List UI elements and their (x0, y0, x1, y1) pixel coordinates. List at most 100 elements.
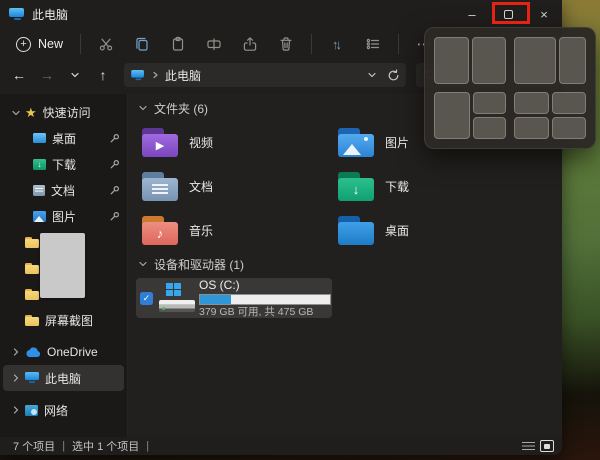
share-icon (242, 36, 258, 52)
toolbar-divider (311, 34, 312, 54)
sort-button[interactable]: ↑↓ (319, 31, 355, 57)
snap-zone[interactable] (559, 37, 586, 84)
up-button[interactable]: ↑ (90, 62, 116, 88)
snap-layout-option-left-right-stacked[interactable] (434, 92, 506, 139)
snap-zone[interactable] (473, 117, 507, 139)
drive-checkbox[interactable]: ✓ (140, 292, 153, 305)
star-icon: ★ (25, 105, 37, 121)
paste-icon (170, 36, 186, 52)
paste-button[interactable] (160, 31, 196, 57)
recent-locations-button[interactable] (62, 62, 88, 88)
view-toggle-group (522, 440, 554, 452)
devices-section-header[interactable]: 设备和驱动器 (1) (136, 254, 562, 274)
snap-zone[interactable] (472, 37, 507, 84)
snap-zone[interactable] (434, 37, 469, 84)
scissors-icon (98, 36, 114, 52)
sidebar-item-quick-access[interactable]: ★ 快速访问 (3, 100, 124, 125)
breadcrumb-this-pc[interactable]: 此电脑 (165, 67, 201, 84)
folder-tile-downloads[interactable]: ↓ 下载 (332, 164, 528, 208)
desktop-icon (33, 133, 46, 143)
folder-icon (25, 289, 39, 300)
view-button[interactable] (355, 31, 391, 57)
sidebar-item-network[interactable]: 网络 (3, 397, 124, 423)
back-arrow-icon: ← (12, 67, 26, 83)
cut-button[interactable] (88, 31, 124, 57)
sidebar-item-pictures[interactable]: 图片 (3, 203, 124, 229)
chevron-down-icon (138, 103, 148, 113)
sidebar-item-desktop[interactable]: 桌面 (3, 125, 124, 151)
folder-tile-desktop[interactable]: 桌面 (332, 208, 528, 252)
snap-layout-option-split-70-30[interactable] (514, 37, 586, 84)
copy-button[interactable] (124, 31, 160, 57)
pictures-icon (33, 211, 46, 222)
music-folder-icon: ♪ (142, 216, 178, 245)
desktop-wallpaper: 此电脑 – × + New (0, 0, 600, 460)
forward-arrow-icon: → (40, 67, 54, 83)
drive-usage-fill (200, 295, 231, 304)
downloads-folder-icon: ↓ (338, 172, 374, 201)
folder-icon (25, 315, 39, 326)
refresh-icon[interactable] (387, 69, 400, 82)
chevron-down-icon[interactable] (11, 108, 25, 118)
delete-button[interactable] (268, 31, 304, 57)
folder-tile-videos[interactable]: ▶ 视频 (136, 120, 332, 164)
this-pc-icon (9, 8, 25, 21)
drive-usage-text: 379 GB 可用, 共 475 GB (199, 307, 328, 318)
snap-zone[interactable] (514, 37, 556, 84)
snap-zone[interactable] (514, 92, 549, 114)
up-arrow-icon: ↑ (100, 67, 107, 83)
sort-icon: ↑↓ (332, 37, 342, 52)
drive-usage-bar (199, 294, 331, 305)
sidebar-item-documents[interactable]: 文档 (3, 177, 124, 203)
desktop-folder-icon (338, 216, 374, 245)
snap-zone[interactable] (473, 92, 507, 114)
snap-zone[interactable] (552, 92, 587, 114)
pin-icon (109, 159, 120, 170)
back-button[interactable]: ← (6, 62, 32, 88)
downloads-icon: ↓ (33, 159, 46, 170)
pin-icon (109, 211, 120, 222)
folder-tile-documents[interactable]: 文档 (136, 164, 332, 208)
sidebar-item-onedrive[interactable]: OneDrive (3, 339, 124, 365)
pin-icon (109, 133, 120, 144)
pictures-folder-icon (338, 128, 374, 157)
close-icon: × (540, 7, 548, 22)
annotation-highlight-maximize (492, 2, 530, 24)
documents-icon (33, 185, 45, 196)
folder-tile-music[interactable]: ♪ 音乐 (136, 208, 332, 252)
navigation-pane: ★ 快速访问 桌面 ↓ 下载 文档 (0, 94, 128, 437)
rename-button[interactable] (196, 31, 232, 57)
forward-button[interactable]: → (34, 62, 60, 88)
drive-item-os-c[interactable]: ✓ OS (C:) 379 GB 可用, 共 475 GB (136, 278, 332, 318)
snap-zone[interactable] (552, 117, 587, 139)
sidebar-item-downloads[interactable]: ↓ 下载 (3, 151, 124, 177)
titlebar[interactable]: 此电脑 – × (0, 0, 562, 28)
address-bar[interactable]: 此电脑 (124, 63, 406, 87)
snap-layout-option-split-50-50[interactable] (434, 37, 506, 84)
snap-layout-option-grid-2x2[interactable] (514, 92, 586, 139)
trash-icon (278, 36, 294, 52)
sidebar-item-screenshots[interactable]: 屏幕截图 (3, 307, 124, 333)
tooltip-overlay (40, 233, 85, 298)
new-button-label: New (38, 37, 63, 51)
item-count: 7 个项目 (13, 438, 55, 454)
chevron-right-icon[interactable] (11, 405, 25, 415)
chevron-right-icon[interactable] (11, 347, 25, 357)
toolbar-divider (80, 34, 81, 54)
snap-zone[interactable] (514, 117, 549, 139)
address-dropdown-chevron-icon[interactable] (367, 70, 377, 80)
toolbar-divider (398, 34, 399, 54)
new-button[interactable]: + New (8, 33, 73, 56)
drive-name: OS (C:) (199, 279, 328, 292)
chevron-right-icon[interactable] (11, 373, 25, 383)
sidebar-item-this-pc[interactable]: 此电脑 (3, 365, 124, 391)
details-view-icon[interactable] (522, 441, 535, 452)
share-button[interactable] (232, 31, 268, 57)
close-button[interactable]: × (526, 0, 562, 28)
folder-icon (25, 263, 39, 274)
window-title: 此电脑 (32, 6, 68, 23)
this-pc-icon (25, 372, 39, 384)
minimize-button[interactable]: – (454, 0, 490, 28)
snap-zone[interactable] (434, 92, 470, 139)
large-icons-view-icon[interactable] (540, 440, 554, 452)
